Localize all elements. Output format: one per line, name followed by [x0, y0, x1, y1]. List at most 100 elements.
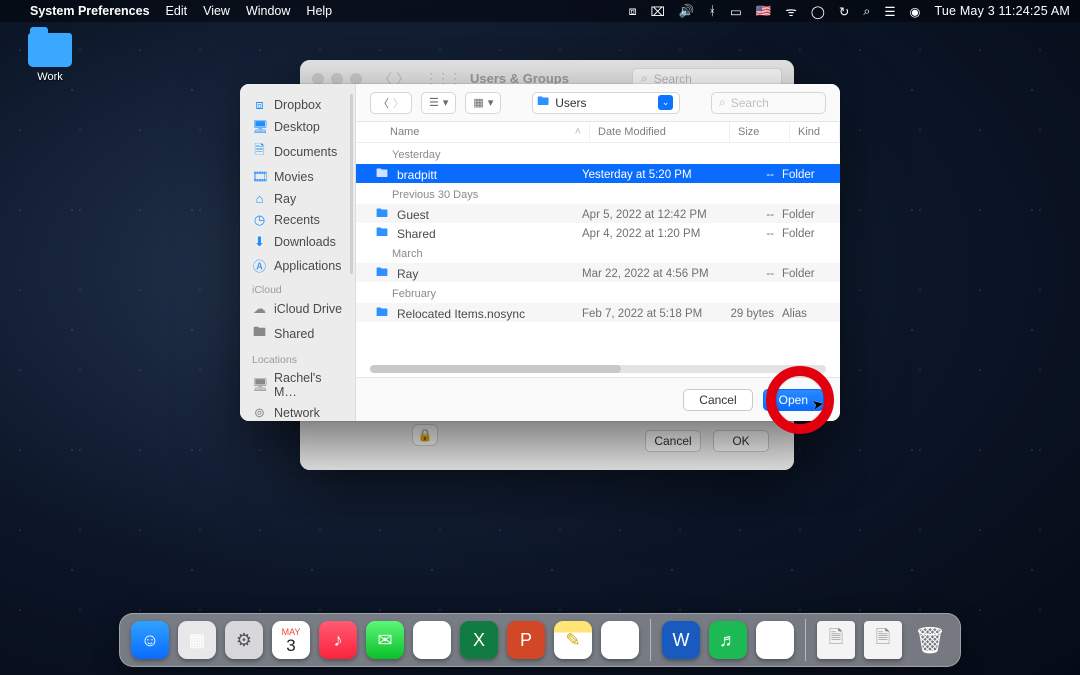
dropbox-status-icon[interactable]: ⧈ — [629, 4, 637, 19]
section-february: February — [356, 282, 840, 303]
dock-calendar[interactable]: MAY3 — [272, 621, 310, 659]
siri-icon[interactable]: ◉ — [910, 4, 921, 19]
sidebar-item-ray[interactable]: ⌂Ray — [240, 188, 355, 209]
folder-icon: 🖿 — [537, 92, 549, 113]
section-prev30: Previous 30 Days — [356, 183, 840, 204]
horizontal-scrollbar[interactable] — [370, 365, 826, 373]
sidebar-item-downloads[interactable]: ⬇Downloads — [240, 231, 355, 253]
flag-icon[interactable]: 🇺🇸 — [756, 4, 772, 19]
lock-icon: 🔒 — [418, 428, 433, 442]
menu-edit[interactable]: Edit — [166, 4, 188, 18]
view-list-button[interactable]: ☰▾ — [421, 92, 456, 114]
dialog-search[interactable]: ⌕ Search — [711, 92, 826, 114]
spotlight-icon[interactable]: ⌕ — [863, 4, 870, 19]
sidebar-item-movies[interactable]: 🎞Movies — [240, 166, 355, 188]
sidebar-group-icloud: iCloud — [240, 278, 355, 298]
open-file-dialog: ⧈Dropbox 🖥Desktop 🗎Documents 🎞Movies ⌂Ra… — [240, 84, 840, 421]
row-relocated[interactable]: 🖿Relocated Items.nosync Feb 7, 2022 at 5… — [356, 303, 840, 322]
dock-word[interactable]: W — [662, 621, 700, 659]
path-selector[interactable]: 🖿 Users ⌄ — [532, 92, 680, 114]
home-icon: ⌂ — [252, 191, 267, 206]
sidebar-item-iclouddrive[interactable]: ☁iCloud Drive — [240, 298, 355, 320]
dock-system-preferences[interactable]: ⚙ — [225, 621, 263, 659]
keyboard-status-icon[interactable]: ⌧ — [651, 4, 665, 19]
window-traffic-lights[interactable] — [312, 73, 362, 85]
desktop-folder-work[interactable]: Work — [20, 33, 80, 83]
prefs-ok-button[interactable]: OK — [713, 430, 769, 452]
desktop-folder-label: Work — [20, 71, 80, 83]
shared-folder-icon: 🖿 — [252, 323, 267, 345]
col-date[interactable]: Date Modified — [590, 122, 730, 142]
app-menu[interactable]: System Preferences — [30, 4, 150, 18]
dock-spotify[interactable]: ♬ — [709, 621, 747, 659]
cloud-icon: ☁ — [252, 301, 267, 317]
prefs-cancel-button[interactable]: Cancel — [645, 430, 701, 452]
bluetooth-icon[interactable]: ᚼ — [709, 4, 717, 18]
downloads-icon: ⬇ — [252, 234, 267, 250]
dock-apple-music[interactable]: ♪ — [319, 621, 357, 659]
sidebar-item-desktop[interactable]: 🖥Desktop — [240, 116, 355, 138]
network-icon: ⊚ — [252, 405, 267, 421]
folder-icon: 🖿 — [376, 204, 390, 225]
chevron-down-icon: ▾ — [443, 96, 449, 109]
mac-icon: 🖥 — [252, 377, 267, 393]
clock[interactable]: Tue May 3 11:24:25 AM — [934, 4, 1070, 18]
battery-icon[interactable]: ▭ — [730, 4, 742, 19]
sidebar: ⧈Dropbox 🖥Desktop 🗎Documents 🎞Movies ⌂Ra… — [240, 84, 356, 421]
applications-icon: Ⓐ — [252, 256, 267, 275]
menu-view[interactable]: View — [203, 4, 230, 18]
dock-powerpoint[interactable]: P — [507, 621, 545, 659]
dock: ☺ ▦ ⚙ MAY3 ♪ ✉ ◉ X P ✎ ✱ W ♬ 🖼 🗎 🗎 🗑 — [119, 613, 961, 667]
sidebar-item-rachels-mac[interactable]: 🖥Rachel's M… — [240, 368, 355, 402]
sidebar-item-dropbox[interactable]: ⧈Dropbox — [240, 94, 355, 116]
dock-recent-doc-1[interactable]: 🗎 — [817, 621, 855, 659]
section-yesterday: Yesterday — [356, 143, 840, 164]
grid-icon: ▦ — [473, 96, 483, 109]
view-group-button[interactable]: ▦▾ — [465, 92, 501, 114]
menu-help[interactable]: Help — [306, 4, 332, 18]
dock-excel[interactable]: X — [460, 621, 498, 659]
volume-icon[interactable]: 🔊 — [679, 4, 695, 19]
sidebar-item-network[interactable]: ⊚Network — [240, 402, 355, 421]
folder-icon: 🖿 — [376, 223, 390, 244]
dock-chrome[interactable]: ◉ — [413, 621, 451, 659]
sidebar-item-applications[interactable]: ⒶApplications — [240, 253, 355, 278]
dock-finder[interactable]: ☺ — [131, 621, 169, 659]
dock-launchpad[interactable]: ▦ — [178, 621, 216, 659]
list-icon: ☰ — [429, 96, 439, 109]
timemachine-icon[interactable]: ↻ — [839, 4, 849, 19]
sidebar-item-shared[interactable]: 🖿Shared — [240, 320, 355, 348]
menu-window[interactable]: Window — [246, 4, 290, 18]
col-kind[interactable]: Kind — [790, 122, 840, 142]
column-headers[interactable]: Name˄ Date Modified Size Kind — [356, 122, 840, 143]
row-ray[interactable]: 🖿Ray Mar 22, 2022 at 4:56 PM -- Folder — [356, 263, 840, 282]
sidebar-item-documents[interactable]: 🗎Documents — [240, 138, 355, 166]
chevron-right-icon: 〉 — [393, 95, 404, 111]
user-icon[interactable]: ◯ — [811, 4, 825, 19]
row-bradpitt[interactable]: 🖿bradpitt Yesterday at 5:20 PM -- Folder — [356, 164, 840, 183]
chevron-left-icon: 〈 — [378, 95, 389, 111]
lock-button[interactable]: 🔒 — [412, 424, 438, 446]
dialog-toolbar: 〈〉 ☰▾ ▦▾ 🖿 Users ⌄ ⌕ Search — [356, 84, 840, 122]
menu-bar: System Preferences Edit View Window Help… — [0, 0, 1080, 22]
row-guest[interactable]: 🖿Guest Apr 5, 2022 at 12:42 PM -- Folder — [356, 204, 840, 223]
sidebar-item-recents[interactable]: ◷Recents — [240, 209, 355, 231]
row-shared[interactable]: 🖿Shared Apr 4, 2022 at 1:20 PM -- Folder — [356, 223, 840, 242]
nav-back-forward[interactable]: 〈〉 — [370, 92, 412, 114]
cancel-button[interactable]: Cancel — [683, 389, 752, 411]
dock-preview[interactable]: 🖼 — [756, 621, 794, 659]
recents-icon: ◷ — [252, 212, 267, 228]
dock-slack[interactable]: ✱ — [601, 621, 639, 659]
sort-indicator-icon: ˄ — [575, 126, 581, 138]
control-center-icon[interactable]: ☰ — [884, 4, 895, 19]
dock-recent-doc-2[interactable]: 🗎 — [864, 621, 902, 659]
wifi-icon[interactable]: ᯤ — [785, 3, 796, 20]
dock-messages[interactable]: ✉ — [366, 621, 404, 659]
movies-icon: 🎞 — [252, 169, 267, 185]
dock-trash[interactable]: 🗑 — [911, 621, 949, 659]
dock-notes[interactable]: ✎ — [554, 621, 592, 659]
dropbox-icon: ⧈ — [252, 97, 267, 113]
cursor-icon: ➤ — [811, 395, 826, 414]
col-size[interactable]: Size — [730, 122, 790, 142]
search-icon: ⌕ — [719, 95, 726, 110]
